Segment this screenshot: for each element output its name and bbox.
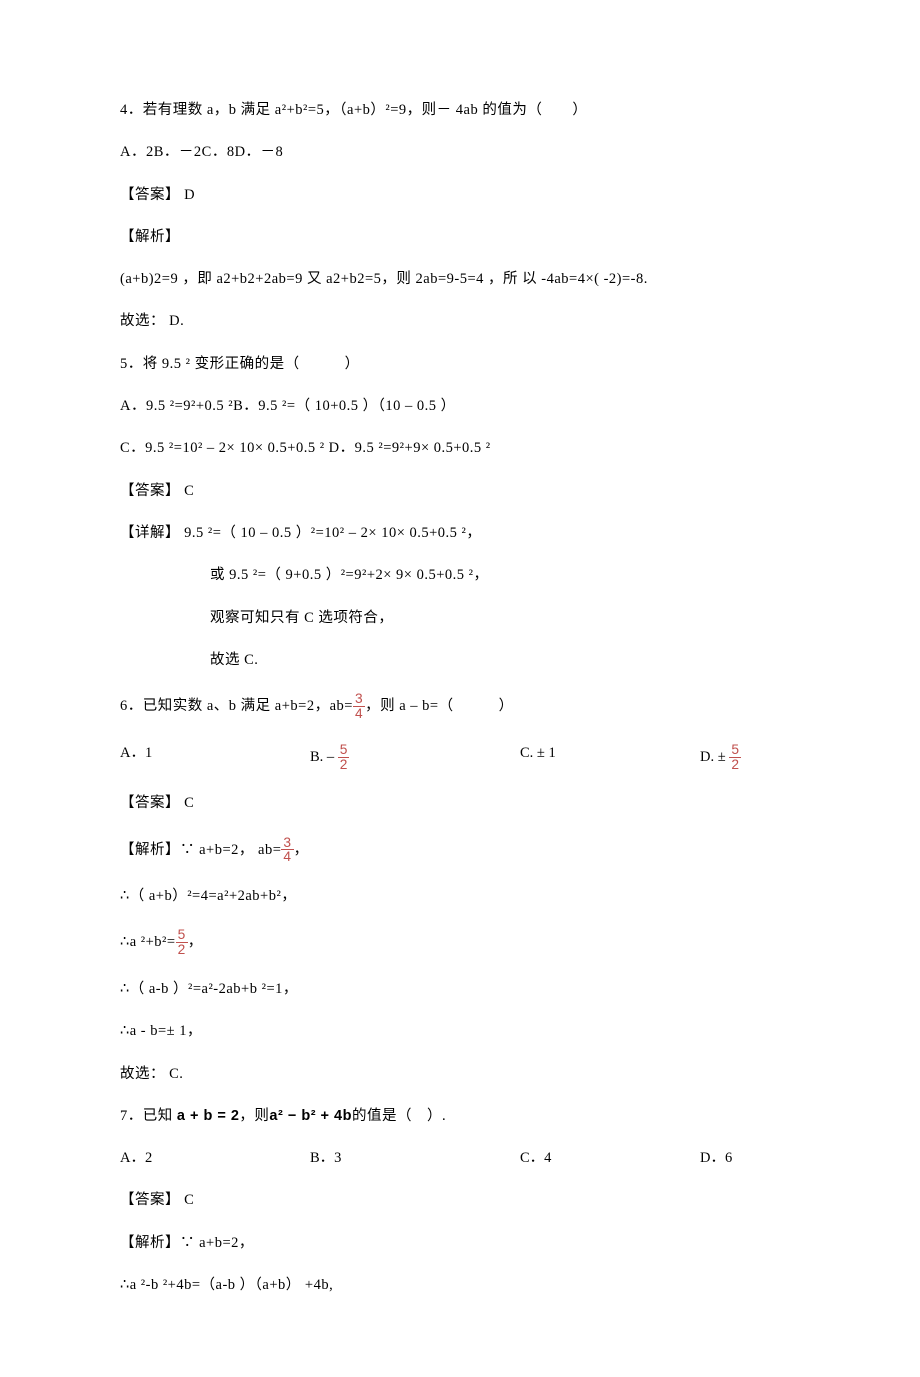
q4-analysis-label: 【解析】 bbox=[120, 227, 810, 247]
fraction-5-2-icon: 52 bbox=[729, 743, 741, 772]
q5-options-ab: A．9.5 ²=9²+0.5 ²B．9.5 ²=（ 10+0.5 ）（10 – … bbox=[120, 396, 810, 416]
q7-expr1: a + b = 2 bbox=[177, 1108, 240, 1124]
q4-answer: 【答案】 D bbox=[120, 185, 810, 205]
q6-answer: 【答案】 C bbox=[120, 793, 810, 813]
q7-option-d: D．6 bbox=[700, 1148, 732, 1168]
q6-analysis-5: ∴a - b=± 1， bbox=[120, 1021, 810, 1041]
q6-stem-post: ，则 a – b=（ ） bbox=[365, 698, 514, 714]
q6-option-d: D. ± 52 bbox=[700, 743, 741, 772]
q5-detail-1: 【详解】 9.5 ²=（ 10 – 0.5 ）²=10² – 2× 10× 0.… bbox=[120, 523, 810, 543]
q6-option-a: A．1 bbox=[120, 743, 310, 772]
fraction-5-2-icon: 52 bbox=[176, 928, 188, 957]
q4-stem: 4．若有理数 a，b 满足 a²+b²=5，（a+b）²=9，则－ 4ab 的值… bbox=[120, 100, 810, 120]
q4-analysis-line1: (a+b)2=9 ，即 a2+b2+2ab=9 又 a2+b2=5，则 2ab=… bbox=[120, 269, 810, 289]
q7-option-a: A．2 bbox=[120, 1148, 310, 1168]
q6-options: A．1 B. – 52 C. ± 1 D. ± 52 bbox=[120, 743, 810, 772]
q6-analysis-3: ∴a ²+b²=52， bbox=[120, 928, 810, 957]
fraction-5-2-icon: 52 bbox=[338, 743, 350, 772]
q7-option-c: C．4 bbox=[520, 1148, 700, 1168]
q5-answer: 【答案】 C bbox=[120, 481, 810, 501]
q5-stem: 5．将 9.5 ² 变形正确的是（ ） bbox=[120, 354, 810, 374]
q6-analysis-1: 【解析】∵ a+b=2， ab=34， bbox=[120, 836, 810, 865]
q7-answer: 【答案】 C bbox=[120, 1190, 810, 1210]
q5-detail-4: 故选 C. bbox=[120, 650, 810, 670]
q5-detail-3: 观察可知只有 C 选项符合， bbox=[120, 608, 810, 628]
q4-analysis-line2: 故选： D. bbox=[120, 311, 810, 331]
q4-options: A．2B．－2C．8D．－8 bbox=[120, 142, 810, 162]
q7-analysis-2: ∴a ²-b ²+4b=（a-b ）（a+b） +4b, bbox=[120, 1275, 810, 1295]
q6-stem-pre: 6．已知实数 a、b 满足 a+b=2，ab= bbox=[120, 698, 353, 714]
q6-option-c: C. ± 1 bbox=[520, 743, 700, 772]
q7-expr2: a² − b² + 4b bbox=[269, 1108, 352, 1124]
q6-analysis-6: 故选： C. bbox=[120, 1064, 810, 1084]
fraction-3-4-icon: 34 bbox=[353, 692, 365, 721]
q7-analysis-1: 【解析】∵ a+b=2， bbox=[120, 1233, 810, 1253]
q6-analysis-2: ∴（ a+b）²=4=a²+2ab+b²， bbox=[120, 886, 810, 906]
q6-option-b: B. – 52 bbox=[310, 743, 520, 772]
q7-options: A．2 B．3 C．4 D．6 bbox=[120, 1148, 810, 1168]
q5-options-cd: C．9.5 ²=10² – 2× 10× 0.5+0.5 ² D．9.5 ²=9… bbox=[120, 438, 810, 458]
q6-stem: 6．已知实数 a、b 满足 a+b=2，ab=34，则 a – b=（ ） bbox=[120, 692, 810, 721]
fraction-3-4-icon: 34 bbox=[281, 836, 293, 865]
q7-option-b: B．3 bbox=[310, 1148, 520, 1168]
q5-detail-2: 或 9.5 ²=（ 9+0.5 ）²=9²+2× 9× 0.5+0.5 ²， bbox=[120, 565, 810, 585]
q6-analysis-4: ∴（ a-b ）²=a²-2ab+b ²=1， bbox=[120, 979, 810, 999]
q7-stem: 7．已知 a + b = 2，则a² − b² + 4b的值是（ ）. bbox=[120, 1106, 810, 1126]
page: 4．若有理数 a，b 满足 a²+b²=5，（a+b）²=9，则－ 4ab 的值… bbox=[0, 0, 920, 1377]
